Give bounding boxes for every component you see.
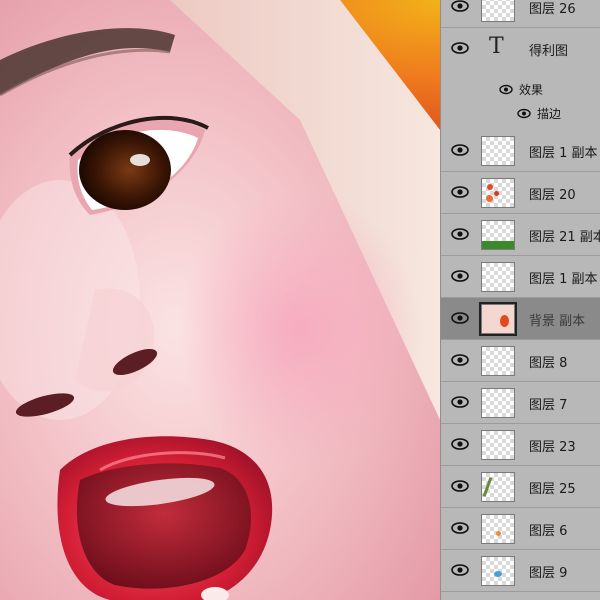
layer-row[interactable]: 图层 8 — [441, 340, 600, 382]
text-layer-icon: T — [489, 34, 504, 59]
eye-icon[interactable] — [451, 41, 469, 55]
layer-thumbnail — [481, 262, 515, 292]
layer-label: 图层 9 — [529, 566, 568, 581]
layer-thumbnail — [481, 136, 515, 166]
eye-icon[interactable] — [451, 563, 469, 577]
layer-label: 背景 副本 — [529, 314, 586, 329]
layer-thumbnail — [481, 388, 515, 418]
layer-row[interactable]: 图层 21 副本 — [441, 214, 600, 256]
eye-icon[interactable] — [451, 311, 469, 325]
eye-icon[interactable] — [451, 269, 469, 283]
layer-row[interactable]: 图层 23 — [441, 424, 600, 466]
eye-icon[interactable] — [451, 185, 469, 199]
layer-label: 图层 26 — [529, 2, 576, 17]
layer-row-text[interactable]: T 得利图 效果 描边 — [441, 28, 600, 132]
layer-thumbnail — [481, 346, 515, 376]
layer-row-selected[interactable]: 背景 副本 — [441, 298, 600, 340]
eye-icon[interactable] — [517, 108, 531, 119]
layer-row[interactable]: 图层 9 — [441, 550, 600, 592]
document-canvas[interactable] — [0, 0, 440, 600]
layer-thumbnail — [481, 472, 515, 502]
layer-thumbnail — [481, 0, 515, 22]
effects-label: 效果 — [519, 83, 544, 97]
eye-icon[interactable] — [499, 84, 513, 95]
layer-row[interactable]: 图层 1 副本 — [441, 256, 600, 298]
layer-row-partial — [441, 592, 600, 600]
layer-thumbnail — [481, 556, 515, 586]
layer-label: 图层 1 副本 — [529, 146, 598, 161]
layer-thumbnail — [479, 302, 517, 336]
layer-label: 得利图 — [529, 44, 569, 59]
layer-label: 图层 6 — [529, 524, 568, 539]
eye-icon[interactable] — [451, 521, 469, 535]
layer-row[interactable]: 图层 20 — [441, 172, 600, 214]
layers-panel: 图层 26 T 得利图 效果 描边 图层 1 副本 图层 20 图层 21 副本 — [440, 0, 600, 600]
layer-row[interactable]: 图层 26 — [441, 0, 600, 28]
layer-thumbnail — [481, 178, 515, 208]
layer-thumbnail — [481, 220, 515, 250]
stroke-effect-label: 描边 — [537, 107, 562, 121]
eye-icon[interactable] — [451, 353, 469, 367]
layer-row[interactable]: 图层 1 副本 — [441, 130, 600, 172]
eye-icon[interactable] — [451, 227, 469, 241]
layer-row[interactable]: 图层 7 — [441, 382, 600, 424]
layer-label: 图层 7 — [529, 398, 568, 413]
layer-label: 图层 20 — [529, 188, 576, 203]
eye-icon[interactable] — [451, 437, 469, 451]
eye-icon[interactable] — [451, 479, 469, 493]
layer-thumbnail — [481, 514, 515, 544]
layer-label: 图层 1 副本 — [529, 272, 598, 287]
layer-row[interactable]: 图层 6 — [441, 508, 600, 550]
layer-label: 图层 8 — [529, 356, 568, 371]
layer-label: 图层 25 — [529, 482, 576, 497]
eye-icon[interactable] — [451, 395, 469, 409]
layer-label: 图层 21 副本 — [529, 230, 600, 245]
layer-row[interactable]: 图层 25 — [441, 466, 600, 508]
baby-face-artwork — [0, 0, 440, 600]
eye-icon[interactable] — [451, 0, 469, 13]
layer-thumbnail — [481, 430, 515, 460]
layer-label: 图层 23 — [529, 440, 576, 455]
eye-icon[interactable] — [451, 143, 469, 157]
